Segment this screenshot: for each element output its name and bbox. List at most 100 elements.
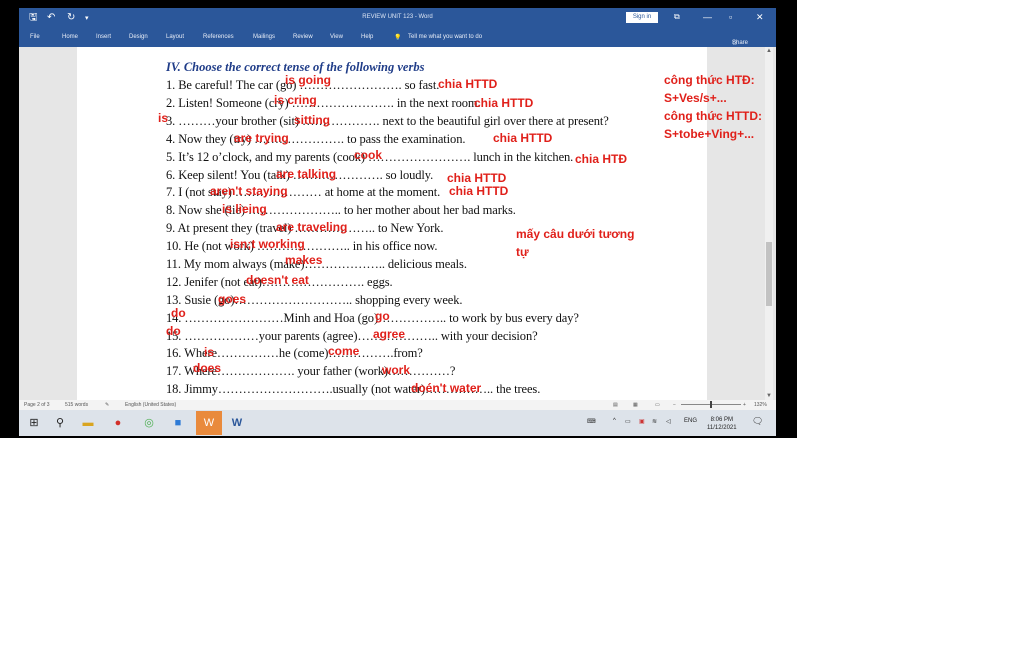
exercise-line-3: 3. ………your brother (sit) ………………. next to… (166, 114, 609, 128)
exercise-line-18: 18. Jimmy……………………….usually (not water)……… (166, 382, 541, 396)
clock[interactable]: 8:06 PM 11/12/2021 (707, 416, 737, 432)
answer-8: is lieing (222, 202, 267, 216)
tab-view[interactable]: View (330, 34, 343, 40)
tab-design[interactable]: Design (129, 34, 148, 40)
taskbar: ⊞ ⚲ ▬ ● ◎ ■ W W ⌨ ^ ▭ ▣ ≋ ◁ ENG 8:06 PM … (19, 410, 776, 436)
margin-note-6: chia HTTD (447, 171, 507, 185)
volume-icon[interactable]: ◁ (666, 418, 671, 425)
tell-me-search[interactable]: Tell me what you want to do (408, 34, 482, 40)
answer-7: aren't staying (210, 184, 288, 198)
answer-14b: go (375, 309, 390, 323)
answer-6: are talking (276, 167, 337, 181)
input-language[interactable]: ENG (684, 418, 697, 424)
screen-frame: 🖫 ↶ ↻ ▾ REVIEW UNIT 123 - Word Sign in ⧉… (0, 0, 797, 438)
answer-17a: does (193, 361, 222, 375)
margin-note-7: chia HTTD (449, 184, 509, 198)
answer-13: goes (218, 292, 247, 306)
tab-insert[interactable]: Insert (96, 34, 111, 40)
answer-2: is cring (274, 93, 317, 107)
windows-start-icon[interactable]: ⊞ (26, 415, 42, 431)
keyboard-icon[interactable]: ⌨ (587, 418, 596, 425)
ribbon-display-icon[interactable]: ⧉ (674, 11, 680, 23)
answer-3a: is (158, 111, 169, 125)
zoom-app-icon[interactable]: ■ (170, 415, 186, 431)
answer-1: is going (285, 73, 331, 87)
side-note-4: S+tobe+Ving+... (664, 127, 755, 141)
document-title: REVIEW UNIT 123 - Word (362, 14, 433, 20)
wifi-icon[interactable]: ≋ (652, 418, 657, 425)
exercise-line-15: 15. ………………your parents (agree)……………….. w… (166, 329, 538, 343)
status-bar: Page 2 of 3 515 words ✎ English (United … (19, 400, 776, 410)
margin-note-2: chia HTTD (474, 96, 534, 110)
scroll-up-arrow-icon[interactable]: ▲ (765, 48, 773, 54)
answer-9: are traveling (276, 220, 348, 234)
exercise-line-8: 8. Now she (lie) ………………….. to her mother… (166, 203, 516, 217)
battery-icon[interactable]: ▭ (625, 418, 631, 425)
ribbon-tabs: File Home Insert Design Layout Reference… (19, 28, 776, 47)
read-mode-icon[interactable]: ▤ (613, 402, 618, 408)
clock-time: 8:06 PM (710, 417, 733, 423)
margin-note-4: chia HTTD (493, 131, 553, 145)
title-bar: 🖫 ↶ ↻ ▾ REVIEW UNIT 123 - Word Sign in ⧉… (19, 8, 776, 28)
margin-note-5: chia HTĐ (575, 152, 628, 166)
file-explorer-icon[interactable]: ▬ (80, 415, 96, 431)
web-layout-icon[interactable]: ▭ (655, 402, 660, 408)
tab-mailings[interactable]: Mailings (253, 34, 275, 40)
answer-16b: come (328, 344, 360, 358)
vertical-scrollbar[interactable]: ▲ ▼ (765, 47, 773, 400)
minimize-button[interactable]: — (703, 11, 712, 23)
exercise-line-7: 7. I (not stay) ………………… at home at the m… (166, 185, 441, 199)
answer-15a: do (166, 324, 181, 338)
print-layout-icon[interactable]: ▦ (633, 402, 638, 408)
tab-review[interactable]: Review (293, 34, 313, 40)
word-app-icon[interactable]: W (229, 415, 245, 431)
lightbulb-icon[interactable]: 💡 (394, 34, 401, 41)
language-indicator[interactable]: English (United States) (125, 402, 176, 408)
exercise-line-13: 13. Susie (go)……………………….. shopping every… (166, 293, 463, 307)
answer-18: doén't water (411, 381, 482, 395)
document-area[interactable]: IV. Choose the correct tense of the foll… (19, 47, 776, 400)
search-icon[interactable]: ⚲ (52, 415, 68, 431)
tab-help[interactable]: Help (361, 34, 373, 40)
side-note-2: S+Ves/s+... (664, 91, 727, 105)
share-label: Share (732, 40, 749, 46)
browser-icon[interactable]: ◎ (141, 415, 157, 431)
answer-10: isn;t working (230, 237, 305, 251)
answer-16a: is (204, 345, 215, 359)
tray-chevron-icon[interactable]: ^ (613, 418, 616, 424)
antivirus-icon[interactable]: ▣ (639, 418, 645, 425)
side-note-1: công thức HTĐ: (664, 73, 755, 87)
zoom-slider-thumb[interactable] (710, 401, 712, 408)
tab-file[interactable]: File (30, 34, 40, 40)
side-note-3: công thức HTTD: (664, 109, 763, 123)
exercise-line-2: 2. Listen! Someone (cry) ……………………. in th… (166, 96, 481, 110)
maximize-button[interactable]: ▫ (729, 11, 732, 23)
tab-references[interactable]: References (203, 34, 234, 40)
tab-home[interactable]: Home (62, 34, 78, 40)
zoom-in-icon[interactable]: + (743, 402, 746, 408)
tab-layout[interactable]: Layout (166, 34, 184, 40)
scroll-down-arrow-icon[interactable]: ▼ (765, 393, 773, 399)
answer-12: doesn't eat (246, 273, 309, 287)
notifications-icon[interactable]: 🗨 (752, 416, 763, 427)
scrollbar-thumb[interactable] (766, 242, 772, 306)
margin-note-1: chia HTTD (438, 77, 498, 91)
zoom-out-icon[interactable]: − (673, 402, 676, 408)
close-button[interactable]: ✕ (756, 11, 764, 23)
margin-note-8: mấy câu dưới tương (516, 227, 635, 241)
answer-14a: do (171, 306, 186, 320)
media-app-icon[interactable]: ● (110, 415, 126, 431)
zoom-level[interactable]: 132% (754, 402, 767, 408)
margin-note-9: tự (516, 245, 529, 259)
word-active-app-icon[interactable]: W (196, 411, 222, 435)
answer-3b: sitting (294, 113, 330, 127)
exercise-line-14: 14. ……………………Minh and Hoa (go)…………….. to … (166, 311, 579, 325)
answer-5: cook (354, 148, 383, 162)
word-count[interactable]: 515 words (65, 402, 88, 408)
page-count[interactable]: Page 2 of 3 (24, 402, 50, 408)
sign-in-button[interactable]: Sign in (626, 12, 658, 23)
answer-11: makes (285, 253, 323, 267)
clock-date: 11/12/2021 (707, 425, 737, 431)
proofing-icon[interactable]: ✎ (105, 402, 109, 408)
document-page[interactable]: IV. Choose the correct tense of the foll… (77, 47, 707, 400)
